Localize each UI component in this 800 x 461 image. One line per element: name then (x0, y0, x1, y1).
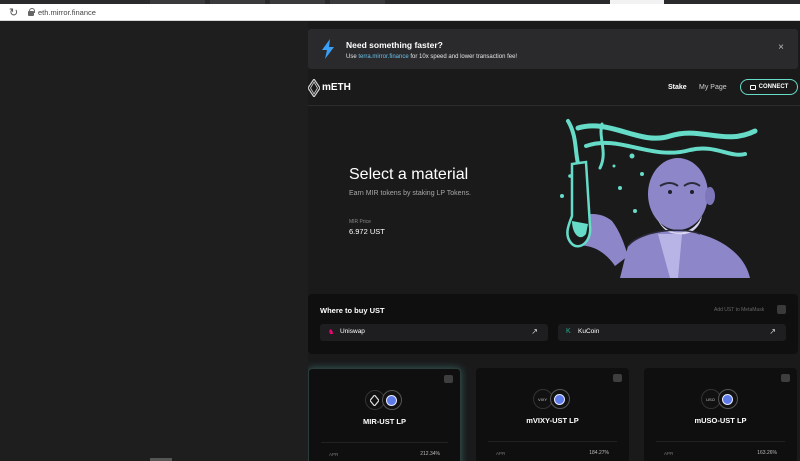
exchange-kucoin[interactable]: K KuCoin ↗ (558, 324, 786, 341)
exchange-name: KuCoin (578, 328, 600, 335)
address-bar[interactable]: ↻ eth.mirror.finance (0, 4, 800, 21)
kucoin-icon: K (566, 328, 571, 335)
lp-card-mir-ust[interactable]: MIR-UST LP APR 212.34% (308, 368, 461, 461)
scientist-illustration (560, 119, 758, 278)
lock-icon (28, 8, 35, 16)
metamask-fox-icon[interactable] (613, 374, 622, 382)
lightning-bolt-icon (322, 39, 334, 59)
metamask-fox-icon[interactable] (777, 305, 786, 314)
divider (656, 441, 785, 442)
token-pair-icons (364, 390, 405, 410)
divider (321, 442, 448, 443)
card-title: mUSO-UST LP (694, 416, 747, 425)
card-title: mVIXY-UST LP (526, 416, 579, 425)
top-nav: mETH Stake My Page CONNECT (308, 76, 800, 106)
ust-token-icon (381, 390, 402, 410)
page-subtitle: Earn MIR tokens by staking LP Tokens. (349, 190, 471, 197)
card-title: MIR-UST LP (363, 417, 406, 426)
token-pair-icons: VIXY (532, 389, 573, 409)
banner-subtitle-prefix: Use (346, 54, 359, 60)
meth-logo-icon[interactable] (308, 79, 320, 97)
external-arrow-icon: ↗ (769, 327, 776, 336)
where-to-buy-title: Where to buy UST (320, 306, 385, 315)
add-to-metamask-link[interactable]: Add UST to MetaMask (714, 307, 764, 313)
metamask-fox-icon[interactable] (444, 375, 453, 383)
mir-price-label: MIR Price (349, 219, 371, 225)
nav-stake-link[interactable]: Stake (668, 84, 687, 91)
mir-price-value: 6.972 UST (349, 227, 385, 236)
lp-card-muso-ust[interactable]: USO mUSO-UST LP APR 163.26% (644, 368, 797, 461)
reload-icon[interactable]: ↻ (9, 6, 18, 19)
mirror-app: Need something faster? Use terra.mirror.… (308, 21, 800, 461)
nav-my-page-link[interactable]: My Page (699, 84, 727, 91)
speed-banner: Need something faster? Use terra.mirror.… (308, 29, 798, 69)
lp-card-mvixy-ust[interactable]: VIXY mVIXY-UST LP APR 184.27% (476, 368, 629, 461)
banner-subtitle: Use terra.mirror.finance for 10x speed a… (346, 54, 517, 60)
banner-subtitle-suffix: for 10x speed and lower transaction fee! (408, 54, 518, 60)
apr-label: APR (329, 452, 339, 457)
exchange-name: Uniswap (340, 328, 365, 335)
connect-label: CONNECT (758, 84, 789, 90)
empty-area (0, 21, 308, 461)
apr-label: APR (496, 451, 506, 456)
token-pair-icons: USO (700, 389, 741, 409)
connect-button[interactable]: CONNECT (740, 79, 798, 95)
where-to-buy-panel: Where to buy UST Add UST to MetaMask ♞ U… (308, 294, 798, 354)
apr-value: 212.34% (420, 451, 440, 457)
close-icon[interactable]: × (778, 42, 784, 53)
apr-value: 163.26% (757, 450, 777, 456)
exchange-uniswap[interactable]: ♞ Uniswap ↗ (320, 324, 548, 341)
url-text[interactable]: eth.mirror.finance (38, 8, 96, 17)
banner-title: Need something faster? (346, 40, 443, 50)
apr-label: APR (664, 451, 674, 456)
divider (488, 441, 617, 442)
external-arrow-icon: ↗ (531, 327, 538, 336)
apr-value: 184.27% (589, 450, 609, 456)
metamask-fox-icon[interactable] (781, 374, 790, 382)
wallet-icon (749, 84, 756, 90)
ust-token-icon (717, 389, 738, 409)
brand-name[interactable]: mETH (322, 82, 351, 93)
ust-token-icon (549, 389, 570, 409)
terra-link[interactable]: terra.mirror.finance (358, 54, 408, 60)
uniswap-icon: ♞ (328, 329, 335, 336)
page-title: Select a material (349, 166, 469, 183)
